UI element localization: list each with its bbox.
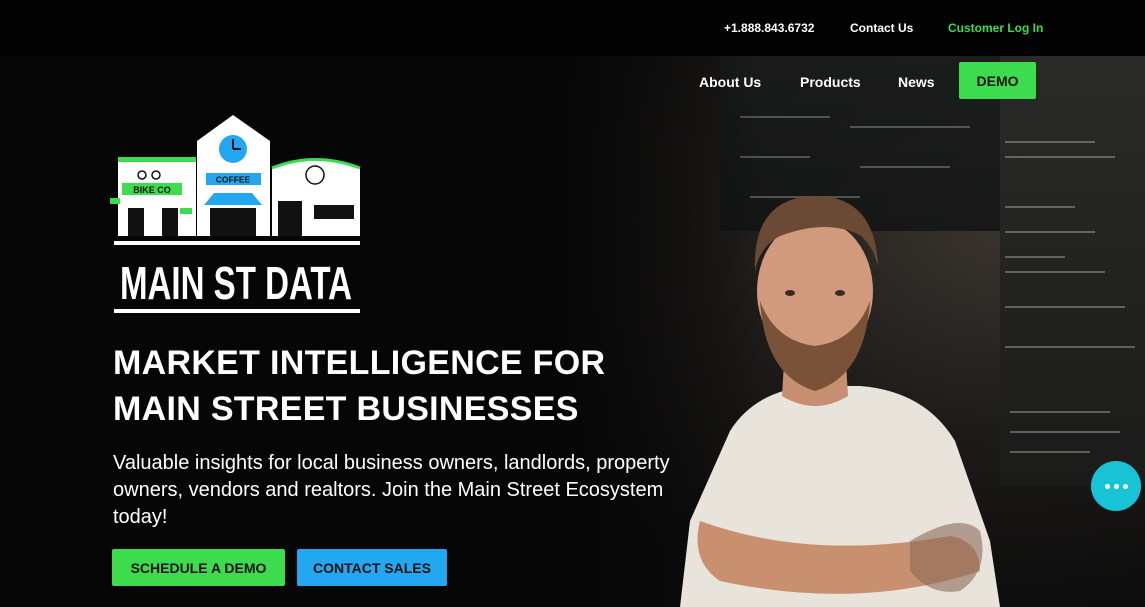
logo-coffee-sign: COFFEE bbox=[216, 175, 251, 185]
top-utility-bar: +1.888.843.6732 Contact Us Customer Log … bbox=[0, 0, 1145, 56]
contact-us-link[interactable]: Contact Us bbox=[850, 21, 913, 35]
phone-link[interactable]: +1.888.843.6732 bbox=[724, 21, 814, 35]
nav-news[interactable]: News bbox=[898, 74, 935, 90]
menu-board-right bbox=[1000, 56, 1145, 486]
nav-demo-button[interactable]: DEMO bbox=[959, 62, 1036, 99]
main-st-data-logo[interactable]: BIKE CO COFFEE MAIN ST DATA bbox=[110, 113, 365, 318]
hero-headline-line2: MAIN STREET BUSINESSES bbox=[113, 390, 579, 428]
hero-subtext: Valuable insights for local business own… bbox=[113, 452, 670, 528]
nav-about-us[interactable]: About Us bbox=[699, 74, 761, 90]
nav-products[interactable]: Products bbox=[800, 74, 861, 90]
logo-bike-sign: BIKE CO bbox=[133, 185, 171, 195]
schedule-demo-button[interactable]: SCHEDULE A DEMO bbox=[112, 549, 285, 586]
customer-login-link[interactable]: Customer Log In bbox=[948, 21, 1043, 35]
hero-person-image bbox=[680, 195, 1000, 607]
chat-bubble-icon[interactable] bbox=[1091, 461, 1141, 511]
logo-wordmark: MAIN ST DATA bbox=[120, 257, 352, 309]
hero-headline: MARKET INTELLIGENCE FOR MAIN STREET BUSI… bbox=[113, 340, 673, 432]
hero-headline-line1: MARKET INTELLIGENCE FOR bbox=[113, 344, 606, 382]
contact-sales-button[interactable]: CONTACT SALES bbox=[297, 549, 447, 586]
